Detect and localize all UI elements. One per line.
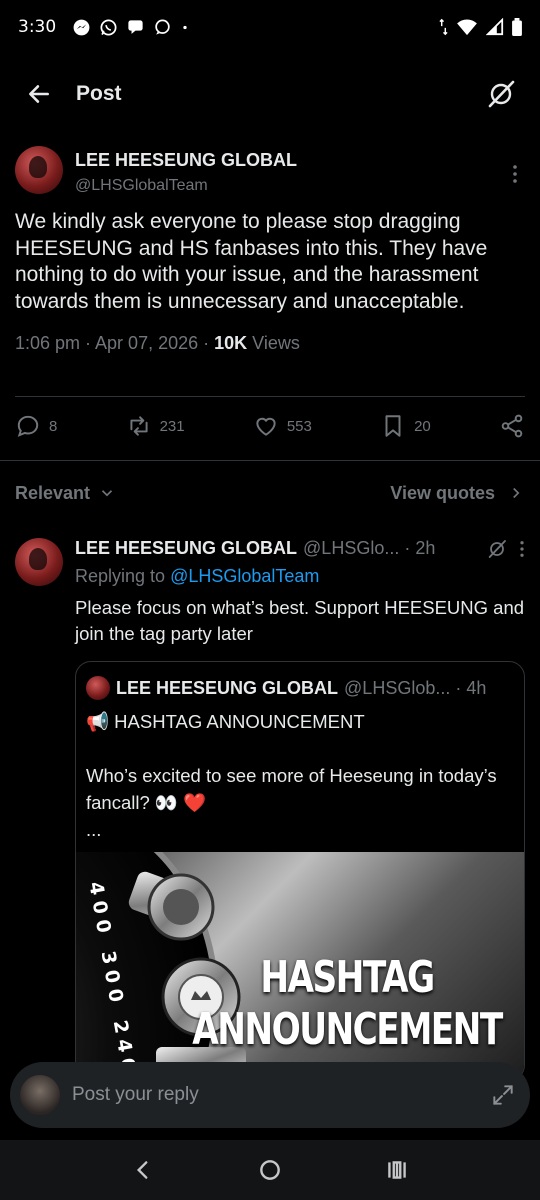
more-vertical-icon (513, 165, 517, 183)
reply-button[interactable]: 8 (15, 413, 57, 439)
bookmark-count: 20 (414, 417, 431, 435)
image-text-line-2: ANNOUNCEMENT (192, 1004, 504, 1055)
status-bar: 3:30 (0, 0, 540, 54)
quote-author-handle: @LHSGlob... (344, 677, 451, 698)
replying-prefix: Replying to (75, 566, 171, 586)
reply-post[interactable]: LEE HEESEUNG GLOBAL @LHSGlo... · 2h Repl… (15, 538, 525, 644)
divider (0, 460, 540, 461)
nav-home-icon[interactable] (257, 1157, 283, 1183)
quote-media[interactable]: 400 300 240 20 HASHTAG ANNOUNCEMENT (76, 852, 524, 1080)
more-dot-icon (183, 25, 187, 29)
reply-input[interactable]: Post your reply (72, 1084, 199, 1106)
quote-ellipsis: ... (86, 819, 102, 840)
repost-button[interactable]: 231 (126, 413, 185, 439)
quote-line-1: 📢 HASHTAG ANNOUNCEMENT (86, 711, 365, 732)
avatar (86, 676, 110, 700)
quote-author-row: LEE HEESEUNG GLOBAL @LHSGlob... · 4h (76, 662, 524, 700)
message-icon (155, 19, 170, 35)
share-button[interactable] (499, 413, 525, 439)
post-actions: 8 231 553 20 (15, 408, 525, 444)
signal-icon (486, 18, 504, 36)
arrow-left-icon (29, 85, 49, 103)
notification-icons (72, 18, 190, 37)
more-options-button[interactable] (505, 164, 525, 184)
quote-author-name: LEE HEESEUNG GLOBAL (116, 677, 339, 698)
chevron-right-icon (513, 487, 520, 499)
nav-recents-icon[interactable] (384, 1157, 410, 1183)
reply-composer[interactable]: Post your reply (10, 1062, 530, 1128)
more-vertical-icon[interactable] (519, 540, 525, 558)
whatsapp-icon (100, 19, 117, 35)
replying-handle-link[interactable]: @LHSGlobalTeam (170, 566, 319, 586)
chat-bubble-icon (128, 19, 143, 34)
reply-text: Please focus on what’s best. Support HEE… (75, 597, 525, 644)
separator-dot: · (404, 538, 411, 558)
separator-dot: · (455, 677, 462, 698)
expand-icon[interactable] (490, 1082, 516, 1108)
repost-count: 231 (159, 417, 185, 435)
app-header: Post (0, 66, 540, 122)
page-title: Post (76, 82, 122, 105)
avatar[interactable] (15, 538, 63, 586)
sort-dropdown[interactable]: Relevant (15, 483, 116, 504)
comment-icon (17, 415, 39, 437)
wifi-icon (457, 19, 477, 36)
views-label: Views (247, 333, 300, 353)
repost-icon (130, 416, 148, 436)
system-nav-bar (0, 1140, 540, 1200)
quote-time: 4h (466, 677, 487, 698)
view-quotes-label: View quotes (390, 482, 495, 503)
grok-icon[interactable] (486, 79, 516, 109)
bookmark-button[interactable]: 20 (380, 413, 431, 439)
hashtag-announcement-image-text: HASHTAG ANNOUNCEMENT (192, 952, 504, 1056)
divider (15, 396, 525, 397)
quoted-post[interactable]: LEE HEESEUNG GLOBAL @LHSGlob... · 4h 📢 H… (75, 661, 525, 1081)
bookmark-icon (385, 415, 401, 437)
author-name[interactable]: LEE HEESEUNG GLOBAL (75, 150, 297, 171)
view-quotes-link[interactable]: View quotes (390, 483, 525, 504)
battery-icon (512, 18, 522, 36)
image-text-line-1: HASHTAG (260, 952, 436, 1003)
reply-author-name[interactable]: LEE HEESEUNG GLOBAL (75, 538, 297, 559)
messenger-icon (73, 19, 90, 35)
author-handle[interactable]: @LHSGlobalTeam (75, 177, 297, 195)
nav-back-icon[interactable] (130, 1157, 156, 1183)
data-arrows-icon (439, 18, 448, 36)
post-meta: 1:06 pm · Apr 07, 2026 · 10K Views (15, 333, 525, 354)
replying-to: Replying to @LHSGlobalTeam (75, 566, 525, 587)
post-time: 1:06 pm · Apr 07, 2026 · (15, 333, 215, 353)
reply-time: 2h (415, 538, 436, 558)
share-icon (501, 414, 523, 438)
quote-line-2: Who’s excited to see more of Heeseung in… (86, 765, 497, 813)
like-button[interactable]: 553 (253, 413, 312, 439)
like-count: 553 (286, 417, 312, 435)
views-count: 10K (214, 333, 248, 353)
quote-spacer (86, 735, 514, 762)
post-text: We kindly ask everyone to please stop dr… (15, 210, 488, 313)
reply-author-handle[interactable]: @LHSGlo... (303, 538, 399, 559)
status-time: 3:30 (18, 17, 57, 37)
avatar (20, 1075, 60, 1115)
post-author: LEE HEESEUNG GLOBAL @LHSGlobalTeam (15, 146, 525, 195)
grok-icon[interactable] (487, 539, 507, 559)
reply-sort-row: Relevant View quotes (15, 476, 525, 510)
reply-count: 8 (49, 417, 58, 435)
chevron-down-icon (101, 490, 113, 497)
sort-label: Relevant (15, 482, 91, 503)
heart-icon (256, 417, 276, 436)
quote-text: 📢 HASHTAG ANNOUNCEMENT Who’s excited to … (76, 700, 524, 843)
back-button[interactable] (24, 79, 54, 109)
avatar[interactable] (15, 146, 63, 194)
reply-author-row: LEE HEESEUNG GLOBAL @LHSGlo... · 2h (75, 538, 525, 559)
system-icons (439, 18, 522, 36)
main-post: LEE HEESEUNG GLOBAL @LHSGlobalTeam We ki… (15, 146, 525, 354)
